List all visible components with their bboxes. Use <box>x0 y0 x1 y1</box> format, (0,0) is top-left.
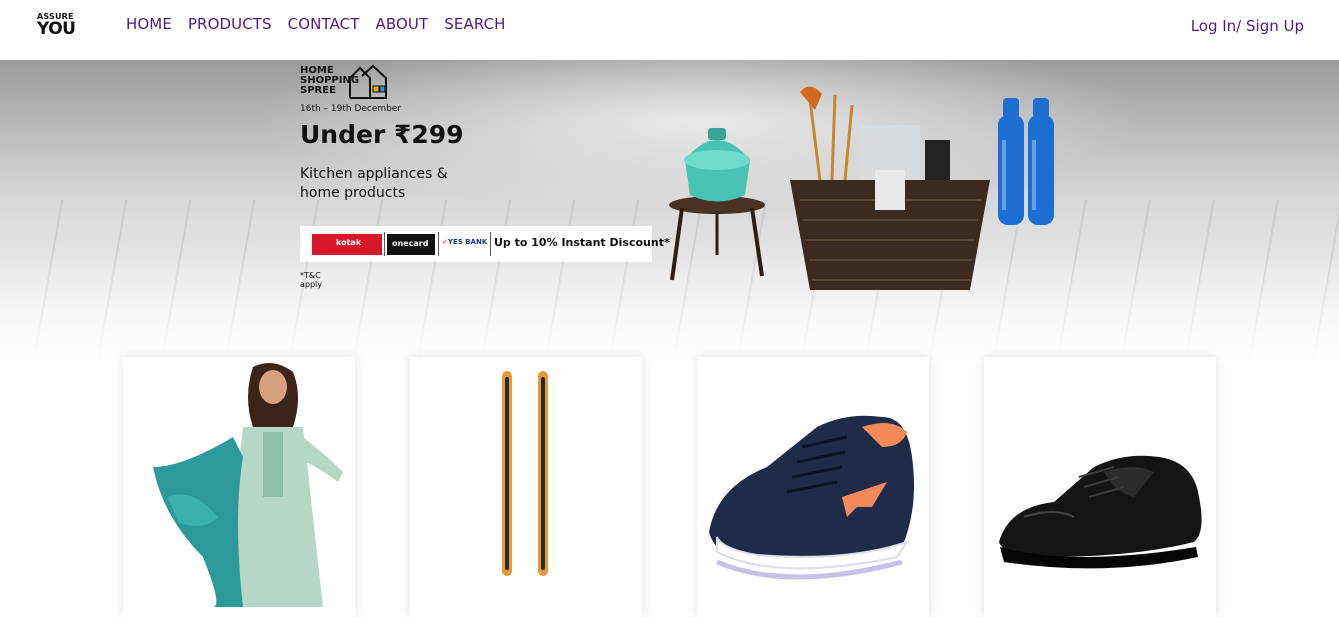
terms-note: *T&C apply <box>300 271 323 289</box>
hero-banner[interactable]: HOME SHOPPING SPREE 16th – 19th December… <box>0 60 1339 360</box>
top-navbar: ASSURE YOU HOME PRODUCTS CONTACT ABOUT S… <box>0 0 1339 60</box>
kitchen-products-image <box>669 86 1054 290</box>
nav-about-link[interactable]: ABOUT <box>376 15 429 33</box>
product-card-phone[interactable] <box>410 357 642 617</box>
sneaker-image <box>709 415 915 580</box>
product-card-formal-shoe[interactable] <box>984 357 1216 617</box>
formal-shoe-image <box>999 455 1202 569</box>
kotak-logo: kotak <box>312 234 382 255</box>
product-card-kurta[interactable] <box>123 357 355 617</box>
nav-search-link[interactable]: SEARCH <box>444 15 505 33</box>
discount-text: Up to 10% Instant Discount* <box>494 236 670 249</box>
yesbank-logo: ✓YES BANK <box>442 238 488 246</box>
nav-products-link[interactable]: PRODUCTS <box>188 15 272 33</box>
phone-image <box>502 371 548 576</box>
main-menu: HOME PRODUCTS CONTACT ABOUT SEARCH <box>126 15 506 33</box>
banner-description: Kitchen appliances & home products <box>300 166 448 201</box>
banner-price: Under ₹299 <box>300 120 464 149</box>
nav-contact-link[interactable]: CONTACT <box>288 15 360 33</box>
logo-bottom-text: YOU <box>37 19 76 39</box>
product-card-sports-shoe[interactable] <box>697 357 929 617</box>
kurta-image <box>153 363 343 607</box>
site-logo[interactable]: ASSURE YOU <box>37 13 79 39</box>
banner-dates: 16th – 19th December <box>300 104 402 114</box>
bank-offer-strip: kotak onecard ✓YES BANK Up to 10% Instan… <box>300 226 670 262</box>
login-signup-link[interactable]: Log In/ Sign Up <box>1191 17 1304 35</box>
house-icon <box>349 64 387 99</box>
onecard-logo: onecard <box>387 234 435 255</box>
home-shopping-spree-logo: HOME SHOPPING SPREE <box>300 64 400 106</box>
nav-home-link[interactable]: HOME <box>126 15 172 33</box>
